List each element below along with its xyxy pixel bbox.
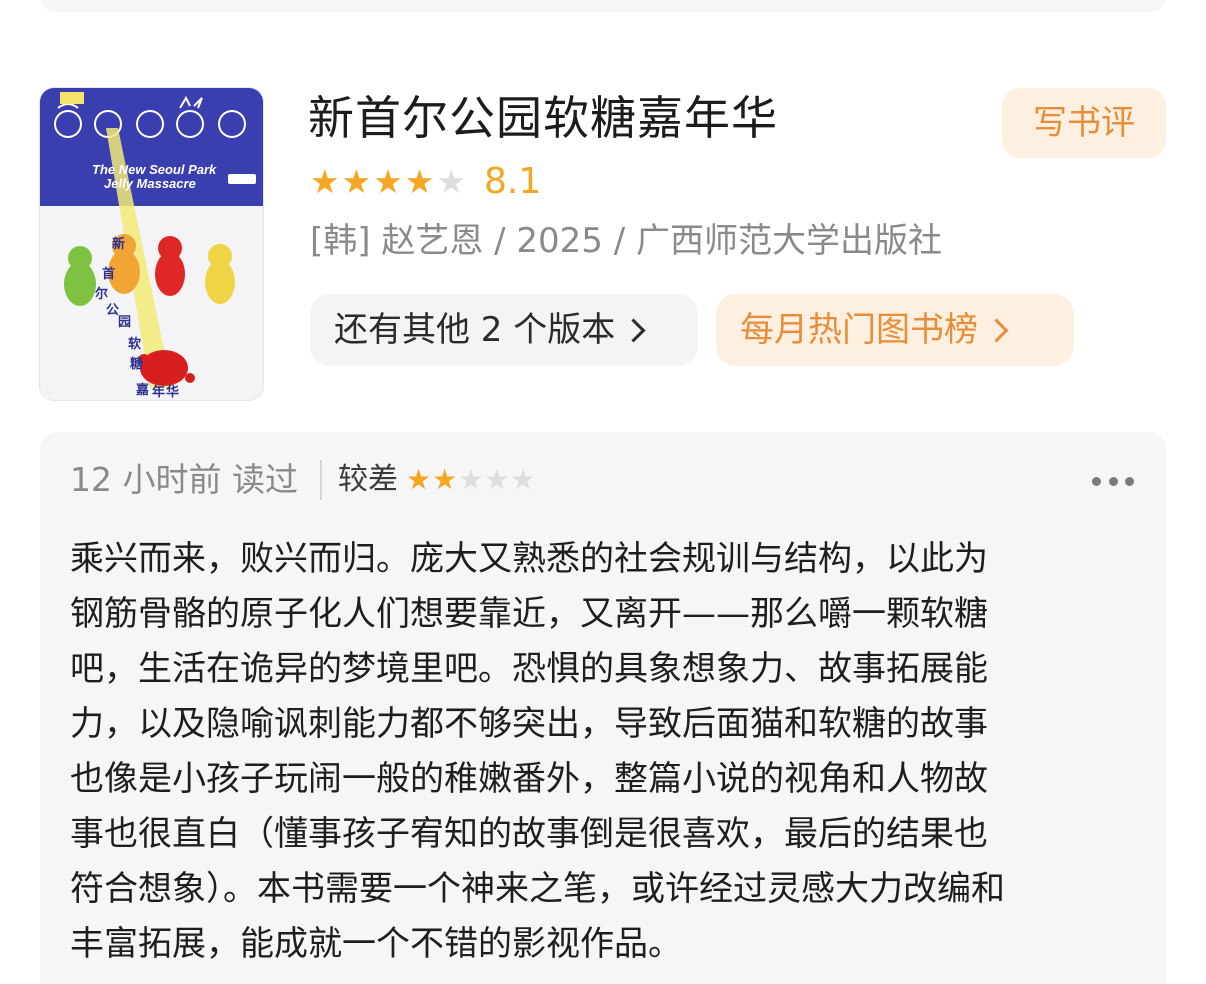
more-dots-icon[interactable] <box>1092 474 1134 488</box>
star-empty-icon: ★ <box>484 463 510 496</box>
review-text-line: 吧，生活在诡异的梦境里吧。恐惧的具象想象力、故事拓展能 <box>70 649 988 689</box>
other-versions-button[interactable]: 还有其他 2 个版本 <box>310 294 698 366</box>
review-text-line: 钢筋骨骼的原子化人们想要靠近，又离开——那么嚼一颗软糖 <box>70 594 988 634</box>
star-filled-icon: ★ <box>404 162 435 201</box>
star-empty-icon: ★ <box>510 463 536 496</box>
monthly-chart-button[interactable]: 每月热门图书榜 <box>716 294 1074 366</box>
review-header: 12 小时前 读过 较差 ★ ★ ★ ★ ★ <box>70 456 536 504</box>
monthly-chart-label: 每月热门图书榜 <box>740 310 978 350</box>
review-rating-stars: ★ ★ ★ ★ ★ <box>406 460 536 500</box>
review-text: 乘兴而来，败兴而归。庞大又熟悉的社会规训与结构，以此为 钢筋骨骼的原子化人们想要靠… <box>70 532 1138 972</box>
book-cover[interactable]: The New Seoul Park Jelly Massacre 新 首 尔 … <box>40 88 263 400</box>
star-filled-icon: ★ <box>432 463 458 496</box>
svg-text:糖: 糖 <box>130 356 143 372</box>
star-empty-icon: ★ <box>458 463 484 496</box>
review-text-line: 符合想象）。本书需要一个神来之笔，或许经过灵感大力改编和 <box>70 869 1005 909</box>
svg-text:软: 软 <box>128 336 141 352</box>
svg-text:华: 华 <box>166 384 179 400</box>
svg-text:新: 新 <box>112 236 125 252</box>
star-empty-icon: ★ <box>436 162 466 201</box>
svg-text:园: 园 <box>118 315 131 330</box>
svg-text:首: 首 <box>102 266 115 282</box>
previous-card-edge <box>40 0 1166 12</box>
divider <box>319 460 322 500</box>
book-meta: [韩] 赵艺恩 / 2025 / 广西师范大学出版社 <box>310 221 943 261</box>
book-rating-score: 8.1 <box>483 161 542 202</box>
review-text-line: 力，以及隐喻讽刺能力都不够突出，导致后面猫和软糖的故事 <box>70 704 988 744</box>
cover-title-line2: Jelly Massacre <box>104 176 196 191</box>
book-rating-stars: ★ ★ ★ ★ ★ <box>310 162 466 202</box>
chevron-right-icon <box>621 317 646 343</box>
review-text-line: 乘兴而来，败兴而归。庞大又熟悉的社会规训与结构，以此为 <box>70 539 988 579</box>
review-card: 12 小时前 读过 较差 ★ ★ ★ ★ ★ 乘兴而来，败兴而归。庞大又熟悉的社会规训与… <box>40 432 1166 984</box>
write-review-button[interactable]: 写书评 <box>1002 88 1166 158</box>
chevron-right-icon <box>984 317 1009 343</box>
review-text-line: 丰富拓展，能成就一个不错的影视作品。 <box>70 924 682 964</box>
svg-text:尔: 尔 <box>95 286 108 302</box>
svg-text:年: 年 <box>152 384 165 400</box>
book-detail-page: The New Seoul Park Jelly Massacre 新 首 尔 … <box>0 0 1206 984</box>
star-filled-icon: ★ <box>405 463 432 496</box>
review-grade-label: 较差 <box>337 462 398 497</box>
star-filled-icon: ★ <box>373 162 403 201</box>
other-versions-label: 还有其他 2 个版本 <box>334 310 616 350</box>
book-rating: ★ ★ ★ ★ ★ 8.1 <box>310 160 541 204</box>
book-cover-image: The New Seoul Park Jelly Massacre 新 首 尔 … <box>40 88 263 400</box>
cover-title-line1: The New Seoul Park <box>92 162 217 177</box>
review-text-line: 事也很直白（懂事孩子宥知的故事倒是很喜欢，最后的结果也 <box>70 814 988 854</box>
svg-text:嘉: 嘉 <box>135 382 149 398</box>
book-title: 新首尔公园软糖嘉年华 <box>308 91 778 145</box>
star-filled-icon: ★ <box>341 162 372 201</box>
review-text-line: 也像是小孩子玩闹一般的稚嫩番外，整篇小说的视角和人物故 <box>70 759 988 799</box>
star-filled-icon: ★ <box>310 162 340 201</box>
review-time: 12 小时前 读过 <box>70 460 298 499</box>
